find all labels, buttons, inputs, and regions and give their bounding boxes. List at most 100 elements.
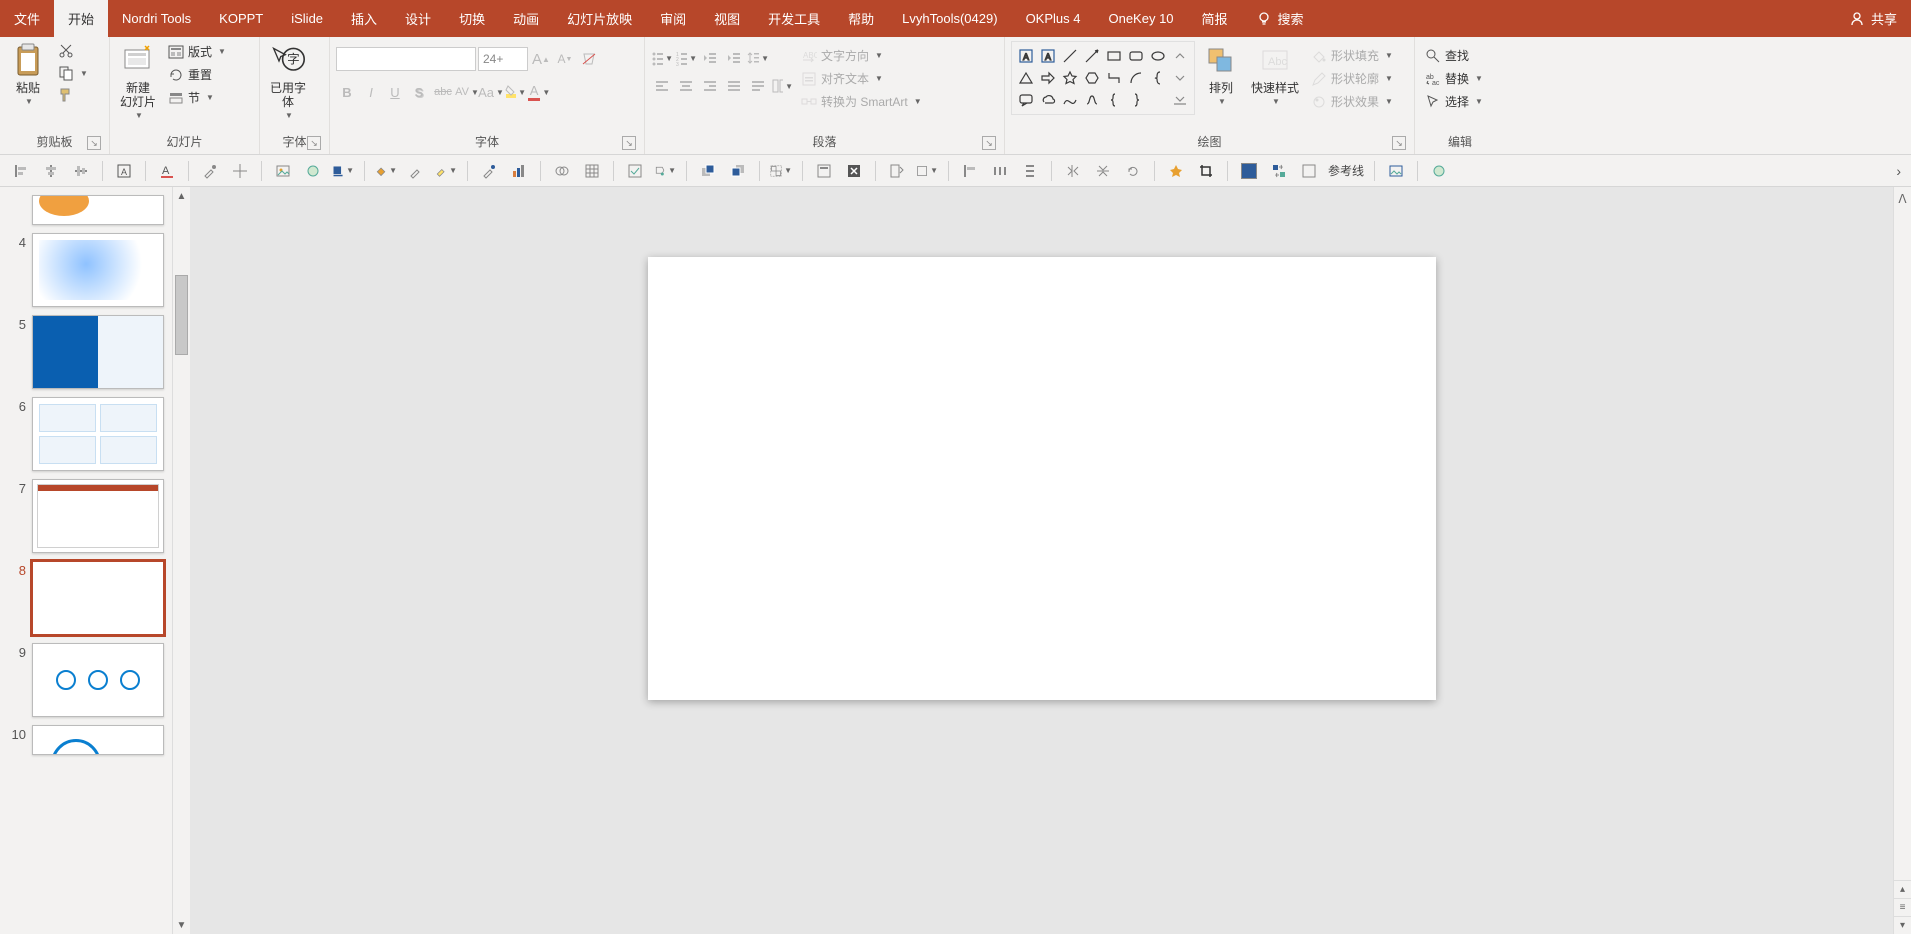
shape-oval-icon[interactable]: [1148, 46, 1168, 66]
shape-arc-icon[interactable]: [1126, 68, 1146, 88]
gallery-scroll-up-icon[interactable]: [1170, 46, 1190, 66]
shape-brace-icon[interactable]: [1148, 68, 1168, 88]
distribute-button[interactable]: [747, 75, 769, 97]
shape-fill-button[interactable]: 形状填充▼: [1307, 45, 1397, 66]
qat-font-color-icon[interactable]: A: [156, 160, 178, 182]
tab-koppt[interactable]: KOPPT: [205, 0, 277, 37]
slide-thumb-9[interactable]: 9: [0, 639, 172, 721]
section-button[interactable]: 节▼: [164, 87, 230, 108]
bullets-button[interactable]: ▼: [651, 47, 673, 69]
shape-curve-icon[interactable]: [1060, 90, 1080, 110]
qat-bring-front-icon[interactable]: [697, 160, 719, 182]
font-color-button[interactable]: A▼: [528, 81, 550, 103]
gallery-scroll-down-icon[interactable]: [1170, 68, 1190, 88]
align-right-button[interactable]: [699, 75, 721, 97]
fit-icon[interactable]: ≡: [1894, 898, 1911, 916]
tab-islide[interactable]: iSlide: [277, 0, 337, 37]
slide-canvas-area[interactable]: [190, 187, 1893, 934]
tab-transition[interactable]: 切换: [445, 0, 499, 37]
qat-table-icon[interactable]: [581, 160, 603, 182]
tab-okplus[interactable]: OKPlus 4: [1012, 0, 1095, 37]
shape-gallery[interactable]: A A: [1011, 41, 1195, 115]
underline-button[interactable]: U: [384, 81, 406, 103]
shape-effects-button[interactable]: 形状效果▼: [1307, 91, 1397, 112]
paste-button[interactable]: 粘贴 ▼: [6, 41, 50, 108]
scrollbar-handle[interactable]: [175, 275, 188, 355]
shape-rbrace-icon[interactable]: [1126, 90, 1146, 110]
slide-thumb-3-partial[interactable]: [0, 191, 172, 229]
select-button[interactable]: 选择▼: [1421, 91, 1487, 112]
shape-textbox-icon[interactable]: A: [1016, 46, 1036, 66]
shape-line-icon[interactable]: [1060, 46, 1080, 66]
thumbnail-scrollbar[interactable]: ▲ ▼: [172, 187, 190, 934]
qat-group-icon[interactable]: ▼: [770, 160, 792, 182]
tab-help[interactable]: 帮助: [834, 0, 888, 37]
highlight-button[interactable]: ▼: [504, 81, 526, 103]
change-case-button[interactable]: Aa▼: [480, 81, 502, 103]
layout-button[interactable]: 版式▼: [164, 41, 230, 62]
line-spacing-button[interactable]: ▼: [747, 47, 769, 69]
font-name-input[interactable]: [336, 47, 476, 71]
shape-roundrect-icon[interactable]: [1126, 46, 1146, 66]
tab-jianbao[interactable]: 简报: [1188, 0, 1242, 37]
tab-insert[interactable]: 插入: [337, 0, 391, 37]
qat-crop-icon[interactable]: [1195, 160, 1217, 182]
shape-star-icon[interactable]: [1060, 68, 1080, 88]
tab-design[interactable]: 设计: [391, 0, 445, 37]
slide-thumb-8[interactable]: 8: [0, 557, 172, 639]
tab-onekey[interactable]: OneKey 10: [1094, 0, 1187, 37]
qat-distribute-v-icon[interactable]: [1019, 160, 1041, 182]
strikethrough-button[interactable]: abc: [432, 81, 454, 103]
qat-highlighter-icon[interactable]: ▼: [435, 160, 457, 182]
qat-align-objects-icon[interactable]: [959, 160, 981, 182]
dialog-launcher-icon[interactable]: ↘: [1392, 136, 1406, 150]
tab-lvyhtools[interactable]: LvyhTools(0429): [888, 0, 1011, 37]
next-slide-icon[interactable]: ▾: [1894, 916, 1911, 934]
shape-rect-icon[interactable]: [1104, 46, 1124, 66]
format-painter-button[interactable]: [54, 85, 92, 105]
increase-font-button[interactable]: A▲: [530, 48, 552, 70]
qat-image-icon[interactable]: [1385, 160, 1407, 182]
qat-flip-h-icon[interactable]: [1062, 160, 1084, 182]
new-slide-button[interactable]: 新建 幻灯片 ▼: [116, 41, 160, 122]
shape-outline-button[interactable]: 形状轮廓▼: [1307, 68, 1397, 89]
qat-eyedropper-icon[interactable]: [199, 160, 221, 182]
align-text-button[interactable]: 对齐文本▼: [797, 68, 926, 89]
font-size-input[interactable]: [478, 47, 528, 71]
gallery-more-icon[interactable]: [1170, 90, 1190, 110]
tab-animation[interactable]: 动画: [499, 0, 553, 37]
clear-format-button[interactable]: [578, 48, 600, 70]
tab-review[interactable]: 审阅: [646, 0, 700, 37]
shape-callout-icon[interactable]: [1016, 90, 1036, 110]
slide-thumb-10[interactable]: 10: [0, 721, 172, 759]
qat-eyedropper2-icon[interactable]: [405, 160, 427, 182]
justify-button[interactable]: [723, 75, 745, 97]
align-center-button[interactable]: [675, 75, 697, 97]
slide-thumb-4[interactable]: 4: [0, 229, 172, 311]
decrease-indent-button[interactable]: [699, 47, 721, 69]
columns-button[interactable]: ▼: [771, 75, 793, 97]
tab-view[interactable]: 视图: [700, 0, 754, 37]
qat-edit-shape-icon[interactable]: ▼: [654, 160, 676, 182]
slide-thumb-7[interactable]: 7: [0, 475, 172, 557]
tab-file[interactable]: 文件: [0, 0, 54, 37]
shape-freeform-icon[interactable]: [1082, 90, 1102, 110]
qat-textbox-icon[interactable]: A: [113, 160, 135, 182]
qat-send-back-icon[interactable]: [727, 160, 749, 182]
numbering-button[interactable]: 123▼: [675, 47, 697, 69]
cut-button[interactable]: [54, 41, 92, 61]
quick-styles-button[interactable]: Abc 快速样式 ▼: [1247, 41, 1303, 108]
qat-color-rect-icon[interactable]: [1238, 160, 1260, 182]
qat-layout-icon[interactable]: [813, 160, 835, 182]
dialog-launcher-icon[interactable]: ↘: [982, 136, 996, 150]
align-left-button[interactable]: [651, 75, 673, 97]
used-font-button[interactable]: 字 已用字 体 ▼: [266, 41, 310, 122]
qat-merge-icon[interactable]: [551, 160, 573, 182]
qat-rotate-icon[interactable]: [1122, 160, 1144, 182]
shape-arrow-icon[interactable]: [1082, 46, 1102, 66]
qat-green-circle-icon[interactable]: [1428, 160, 1450, 182]
prev-slide-icon[interactable]: ▴: [1894, 880, 1911, 898]
slide-thumb-5[interactable]: 5: [0, 311, 172, 393]
qat-flip-v-icon[interactable]: [1092, 160, 1114, 182]
qat-guides-label[interactable]: 参考线: [1328, 162, 1364, 179]
